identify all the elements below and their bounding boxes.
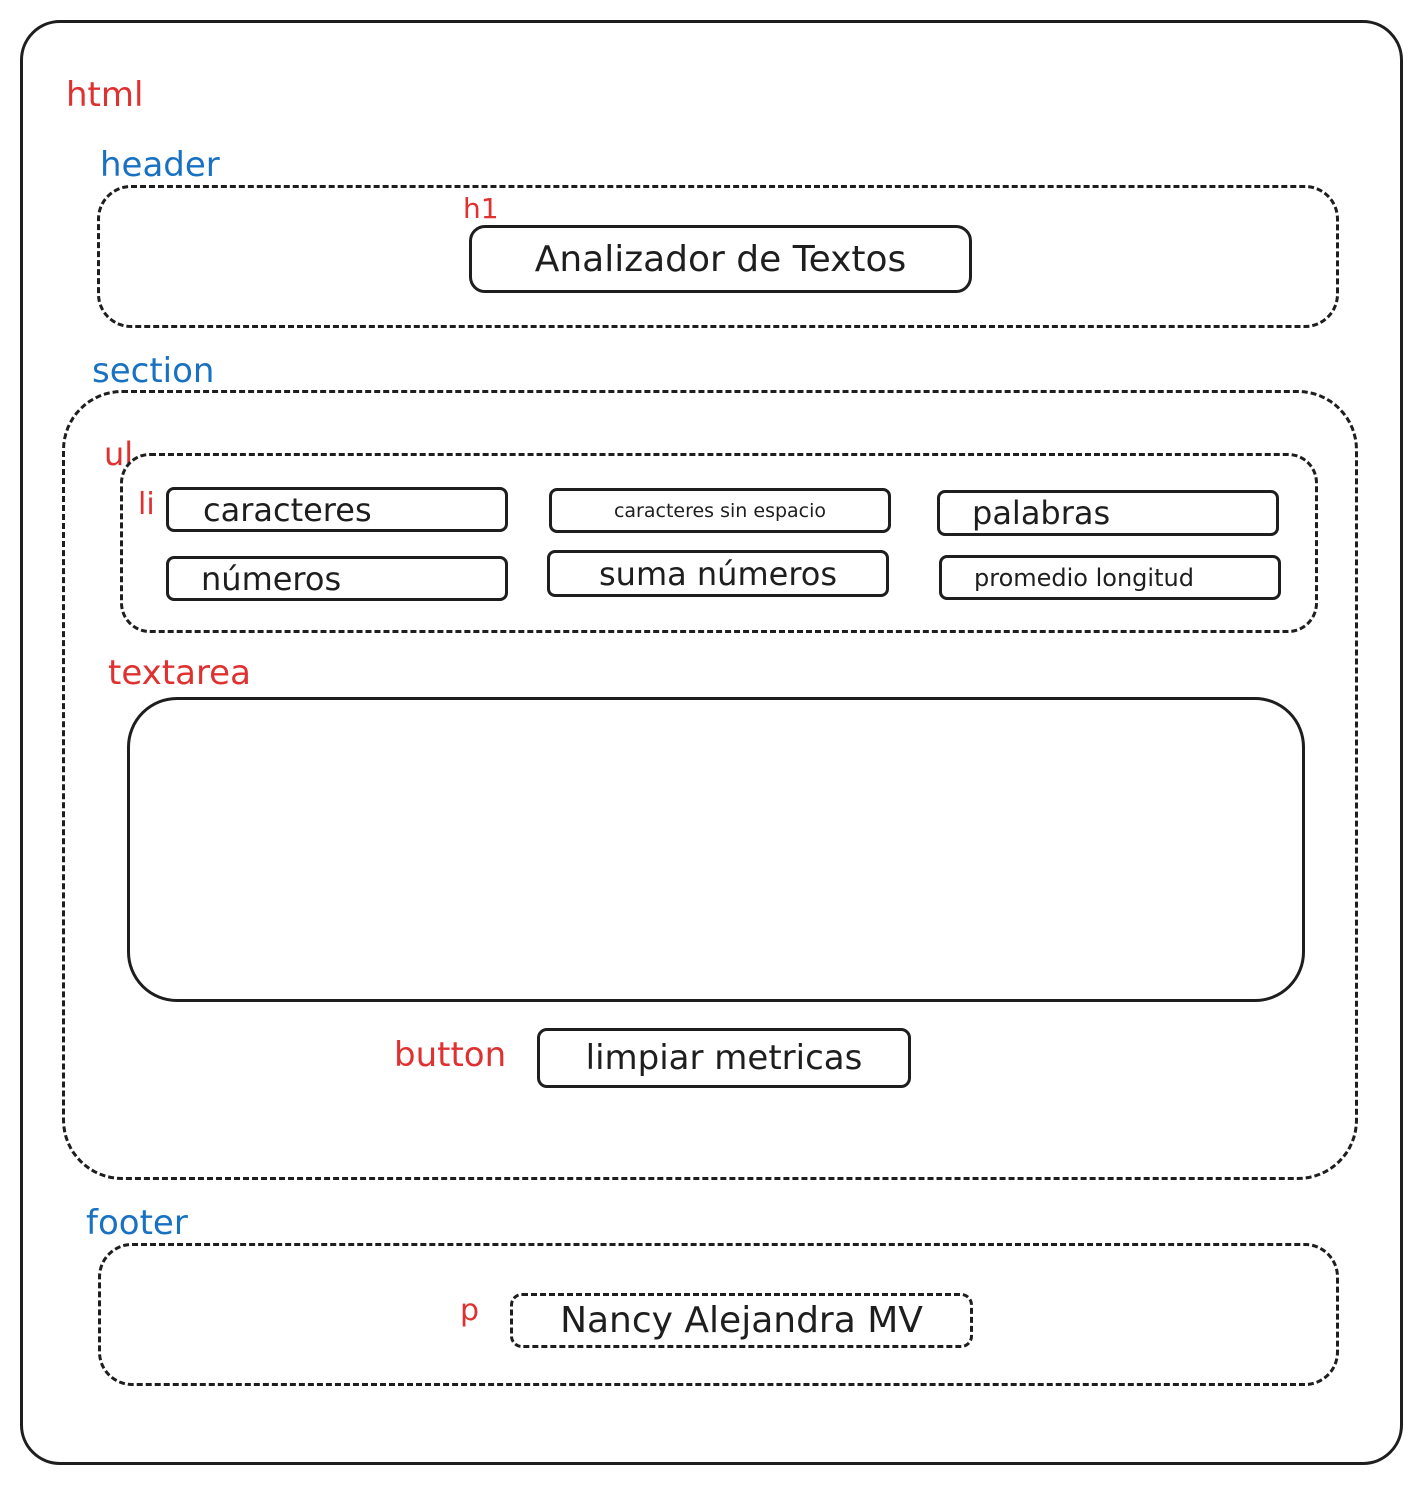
textarea-label: textarea [108, 653, 251, 693]
clear-metrics-button[interactable]: limpiar metricas [537, 1028, 911, 1088]
li-palabras-text: palabras [972, 494, 1111, 532]
li-label: li [138, 487, 155, 522]
ul-box [120, 453, 1318, 633]
footer-author: Nancy Alejandra MV [510, 1293, 973, 1348]
li-caracteres-sin-espacio-text: caracteres sin espacio [613, 499, 827, 522]
li-suma-numeros: suma números [547, 550, 889, 597]
p-label: p [460, 1293, 480, 1328]
textarea-box[interactable] [127, 697, 1305, 1002]
li-numeros-text: números [201, 559, 342, 598]
html-label: html [66, 75, 144, 115]
li-caracteres-text: caracteres [203, 490, 372, 529]
h1-title-text: Analizador de Textos [534, 238, 907, 280]
clear-metrics-button-text: limpiar metricas [585, 1038, 863, 1078]
li-numeros: números [166, 556, 508, 601]
li-caracteres: caracteres [166, 487, 508, 532]
li-promedio-longitud: promedio longitud [939, 555, 1281, 600]
h1-label: h1 [463, 192, 499, 225]
h1-title: Analizador de Textos [469, 225, 972, 293]
section-label: section [92, 351, 215, 391]
li-palabras: palabras [937, 490, 1279, 536]
footer-author-text: Nancy Alejandra MV [560, 1300, 923, 1341]
li-promedio-longitud-text: promedio longitud [974, 563, 1194, 592]
li-suma-numeros-text: suma números [598, 554, 838, 593]
li-caracteres-sin-espacio: caracteres sin espacio [549, 488, 891, 533]
header-label: header [100, 145, 220, 185]
button-label: button [394, 1035, 507, 1075]
footer-label: footer [86, 1203, 188, 1243]
